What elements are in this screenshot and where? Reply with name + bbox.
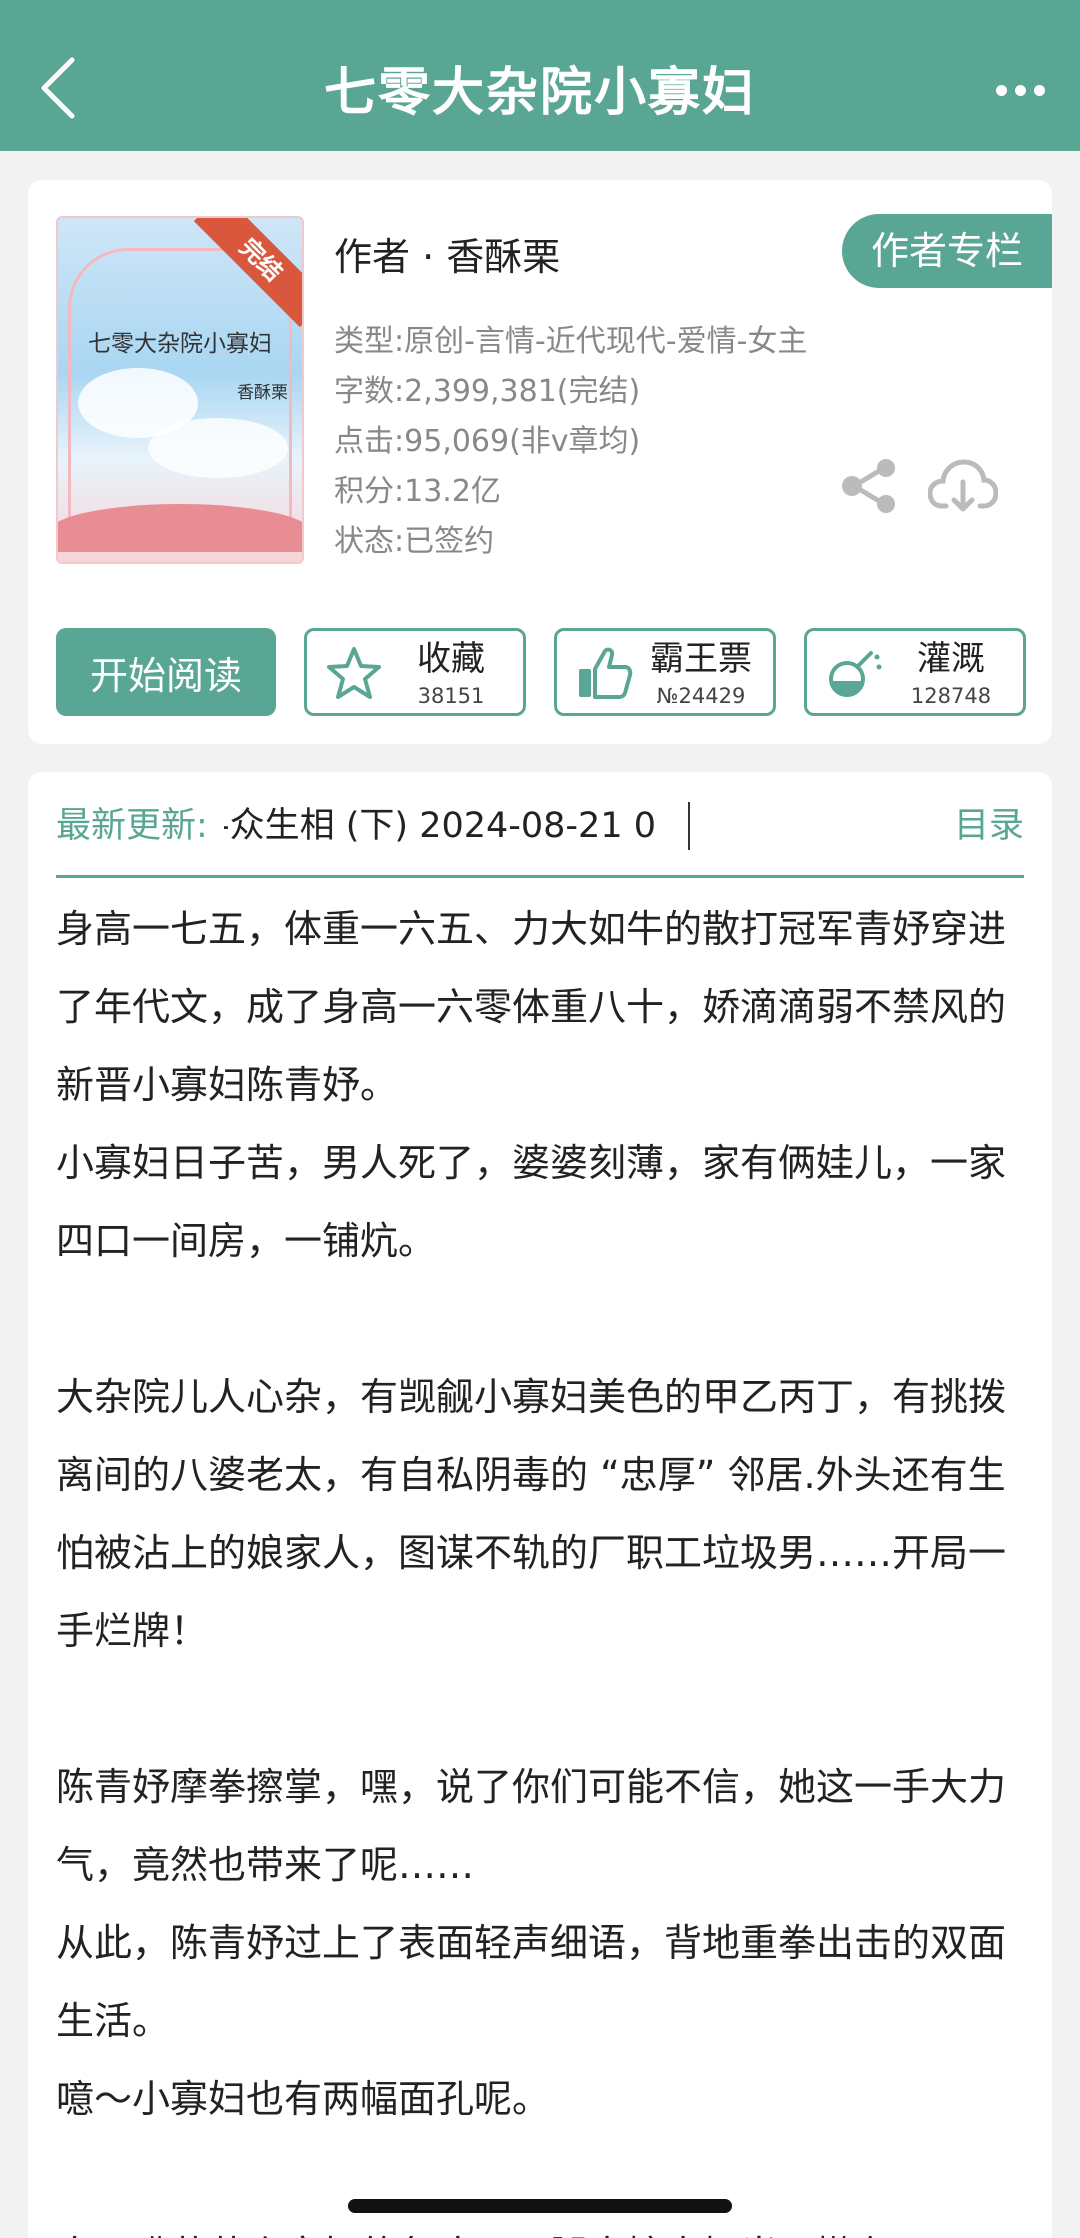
bawang-ticket-button[interactable]: 霸王票 №24429 <box>554 628 776 716</box>
description-paragraph: 噫～小寡妇也有两幅面孔呢。 <box>56 2077 551 2121</box>
start-reading-button[interactable]: 开始阅读 <box>56 628 276 716</box>
more-button[interactable] <box>980 60 1060 120</box>
description-paragraph: 从此，陈青妤过上了表面轻声细语，背地重拳出击的双面生活。 <box>56 1921 1007 2043</box>
author-name[interactable]: 作者 · 香酥栗 <box>334 226 560 281</box>
page-title: 七零大杂院小寡妇 <box>323 63 756 123</box>
divider <box>688 802 690 850</box>
author-column-button[interactable]: 作者专栏 <box>842 214 1052 288</box>
download-button[interactable] <box>927 456 999 516</box>
cover-title: 七零大杂院小寡妇 <box>88 331 272 357</box>
description-card: 最新更新: 9章 番外-众生相 (下) 2024-08-21 0 目录 身高一七… <box>28 772 1052 2238</box>
book-type: 类型:原创-言情-近代现代-爱情-女主 <box>334 324 808 359</box>
description-paragraph: 小寡妇日子苦，男人死了，婆婆刻薄，家有俩娃儿，一家四口一间房，一铺炕。 <box>56 1141 1007 1263</box>
description-paragraph: 自死嘴葫芦小寡妇的急病了，腿大婶大姐当了懒布了 <box>56 2216 1031 2238</box>
more-icon <box>995 84 1007 96</box>
bawang-ticket-count: №24429 <box>656 684 746 708</box>
table-of-contents-link[interactable]: 目录 <box>954 802 1024 850</box>
thumbs-up-icon <box>579 647 633 699</box>
description-paragraph: 大杂院儿人心杂，有觊觎小寡妇美色的甲乙丙丁，有挑拨离间的八婆老太，有自私阴毒的 … <box>56 1375 1007 1653</box>
share-icon <box>842 459 895 513</box>
cloud-download-icon <box>927 459 999 512</box>
top-bar: 七零大杂院小寡妇 <box>0 0 1080 151</box>
nourish-label: 灌溉 <box>917 639 985 679</box>
latest-chapter-text[interactable]: 9章 番外-众生相 (下) 2024-08-21 0 <box>224 802 656 850</box>
book-description: 身高一七五，体重一六五、力大如牛的散打冠军青妤穿进了年代文，成了身高一六零体重八… <box>56 890 1031 2238</box>
star-icon <box>327 647 381 699</box>
click-count: 点击:95,069(非v章均) <box>334 424 641 459</box>
cover-author: 香酥栗 <box>237 383 288 403</box>
book-cover[interactable]: 七零大杂院小寡妇 香酥栗 完结 <box>56 216 304 564</box>
watering-flask-icon <box>829 651 882 697</box>
points: 积分:13.2亿 <box>334 474 501 509</box>
share-button[interactable] <box>840 458 900 514</box>
word-count: 字数:2,399,381(完结) <box>334 374 641 409</box>
latest-update-label: 最新更新: <box>56 806 208 846</box>
description-paragraph <box>56 1670 1031 1748</box>
favorite-button[interactable]: 收藏 38151 <box>304 628 526 716</box>
description-paragraph <box>56 1280 1031 1358</box>
bawang-ticket-label: 霸王票 <box>650 639 752 679</box>
nourish-button[interactable]: 灌溉 128748 <box>804 628 1026 716</box>
favorite-label: 收藏 <box>417 639 485 679</box>
home-indicator[interactable] <box>348 2199 732 2213</box>
book-info-card: 七零大杂院小寡妇 香酥栗 完结 作者 · 香酥栗 作者专栏 类型:原创-言情-近… <box>28 180 1052 744</box>
nourish-count: 128748 <box>910 684 992 708</box>
description-paragraph: 陈青妤摩拳擦掌，嘿，说了你们可能不信，她这一手大力气，竟然也带来了呢…… <box>56 1765 1007 1887</box>
sign-status: 状态:已签约 <box>334 524 495 559</box>
description-paragraph: 身高一七五，体重一六五、力大如牛的散打冠军青妤穿进了年代文，成了身高一六零体重八… <box>56 907 1007 1107</box>
favorite-count: 38151 <box>417 684 485 708</box>
latest-update-row[interactable]: 最新更新: 9章 番外-众生相 (下) 2024-08-21 0 目录 <box>56 772 1024 878</box>
